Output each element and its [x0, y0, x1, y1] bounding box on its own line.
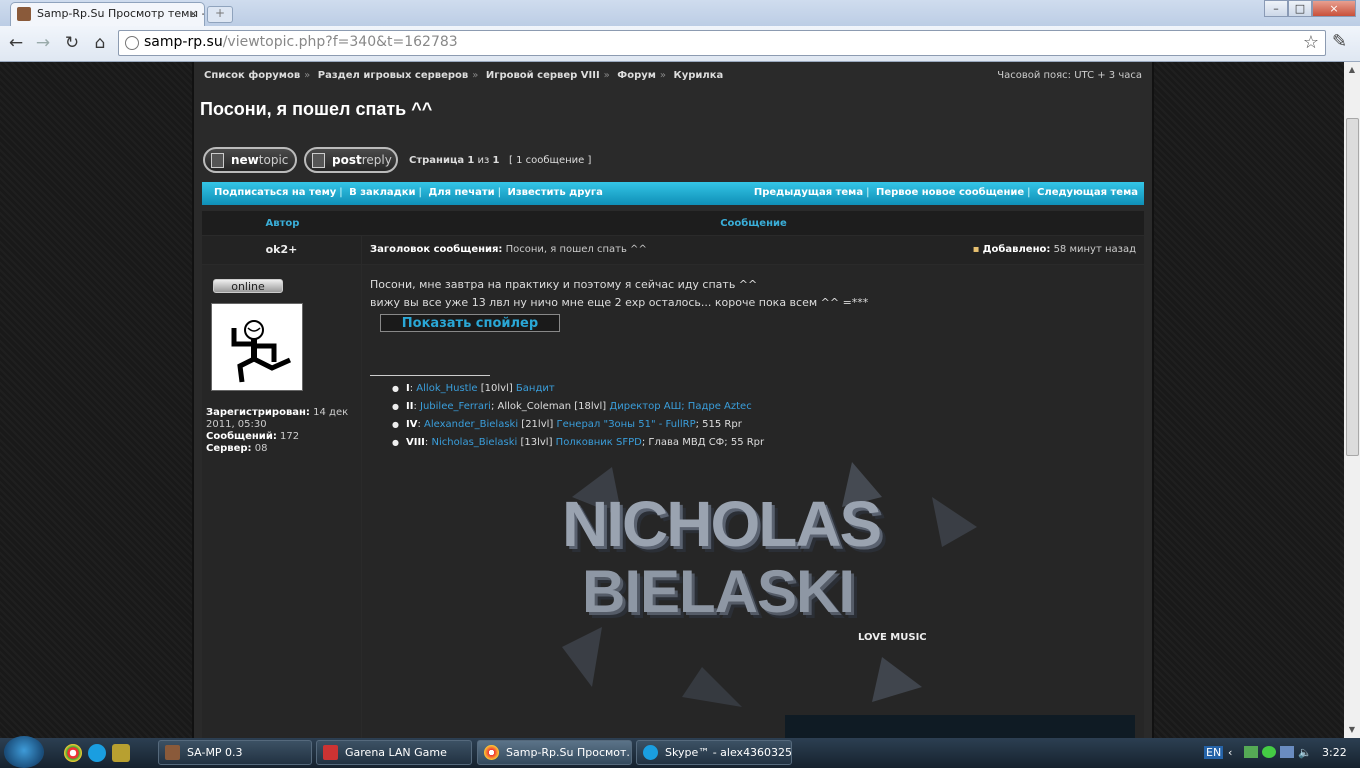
page-title: Посони, я пошел спать ^^	[200, 99, 433, 119]
post-icon[interactable]: ▪	[973, 244, 980, 255]
tray-app-icon[interactable]	[1244, 746, 1258, 758]
bookmark-link[interactable]: В закладки	[349, 187, 415, 198]
first-unread-link[interactable]: Первое новое сообщение	[876, 187, 1024, 198]
browser-tab[interactable]: Samp-Rp.Su Просмотр темы - ×	[10, 2, 205, 26]
post-author-name[interactable]: ok2+	[202, 236, 361, 264]
tab-close-icon[interactable]: ×	[189, 3, 198, 25]
garena-icon	[323, 745, 338, 760]
site-favicon-icon	[17, 7, 31, 21]
clock[interactable]: 3:22	[1322, 746, 1347, 759]
skype-quicklaunch-icon[interactable]	[88, 744, 106, 762]
signature-divider	[370, 375, 490, 376]
scroll-up-icon[interactable]: ▲	[1344, 62, 1360, 78]
taskbar-item-skype[interactable]: Skype™ - alex4360325	[636, 740, 792, 765]
post-reply-button[interactable]: postreply	[304, 147, 398, 173]
forum-container: Список форумов» Раздел игровых серверов»…	[192, 62, 1154, 738]
subscribe-link[interactable]: Подписаться на тему	[214, 187, 336, 198]
page-viewport: Список форумов» Раздел игровых серверов»…	[0, 62, 1344, 738]
previous-topic-link[interactable]: Предыдущая тема	[754, 187, 863, 198]
breadcrumb-item[interactable]: Раздел игровых серверов	[318, 70, 468, 81]
minimize-button[interactable]: –	[1264, 0, 1288, 17]
new-tab-button[interactable]: +	[207, 6, 233, 23]
signature-character-list: I: Allok_Hustle [10lvl] Бандит II: Jubil…	[392, 380, 764, 452]
author-profile-panel: online Зарегистрирован: 14 дек 2011, 05:…	[202, 265, 361, 738]
maximize-button[interactable]: □	[1288, 0, 1312, 17]
forward-arrow-icon[interactable]: →	[32, 32, 54, 54]
taskbar-item-garena[interactable]: Garena LAN Game	[316, 740, 472, 765]
wrench-menu-icon[interactable]: ✎	[1332, 31, 1347, 52]
post-time: 58 минут назад	[1053, 244, 1136, 255]
tray-status-icon[interactable]	[1262, 746, 1276, 758]
print-link[interactable]: Для печати	[428, 187, 494, 198]
column-header-message: Сообщение	[363, 211, 1144, 235]
signature-second-image	[785, 715, 1135, 738]
email-friend-link[interactable]: Известить друга	[508, 187, 603, 198]
column-header-author: Автор	[202, 211, 363, 235]
signature-banner-image: NICHOLAS BIELASKI LOVE MUSIC	[552, 457, 982, 712]
app-quicklaunch-icon[interactable]	[112, 744, 130, 762]
taskbar-item-samp[interactable]: SA-MP 0.3	[158, 740, 312, 765]
post-body: Посони, мне завтра на практику и поэтому…	[362, 265, 1144, 738]
network-icon[interactable]	[1280, 746, 1294, 758]
next-topic-link[interactable]: Следующая тема	[1037, 187, 1138, 198]
language-indicator[interactable]: EN	[1204, 746, 1224, 759]
list-item: I: Allok_Hustle [10lvl] Бандит	[392, 380, 764, 398]
new-topic-button[interactable]: newtopic	[203, 147, 297, 173]
post-header: Заголовок сообщения: Посони, я пошел спа…	[362, 236, 1144, 264]
globe-icon	[125, 36, 139, 50]
breadcrumb-item[interactable]: Курилка	[674, 70, 724, 81]
back-arrow-icon[interactable]: ←	[5, 32, 27, 54]
pagination: Страница 1 из 1 [ 1 сообщение ]	[409, 155, 592, 166]
skype-icon	[643, 745, 658, 760]
post-subject: Посони, я пошел спать ^^	[505, 244, 647, 255]
reload-icon[interactable]: ↻	[61, 32, 83, 54]
breadcrumb-item[interactable]: Список форумов	[204, 70, 300, 81]
browser-tabstrip: Samp-Rp.Su Просмотр темы - × + – □ ×	[0, 0, 1360, 26]
posts-table: Автор Сообщение	[202, 211, 1144, 235]
document-icon	[312, 153, 325, 168]
timezone-label: Часовой пояс: UTC + 3 часа	[997, 70, 1142, 81]
subject-label: Заголовок сообщения:	[370, 244, 503, 255]
scroll-down-icon[interactable]: ▼	[1344, 722, 1360, 738]
posted-label: Добавлено:	[982, 244, 1051, 255]
address-bar[interactable]: samp-rp.su/viewtopic.php?f=340&t=162783 …	[118, 30, 1326, 56]
start-button[interactable]	[4, 736, 44, 768]
volume-icon[interactable]: 🔈	[1298, 746, 1312, 759]
taskbar-item-chrome[interactable]: Samp-Rp.Su Просмот...	[477, 740, 632, 765]
list-item: II: Jubilee_Ferrari; Allok_Coleman [18lv…	[392, 398, 764, 416]
windows-taskbar: SA-MP 0.3 Garena LAN Game Samp-Rp.Su Про…	[0, 736, 1360, 768]
list-item: IV: Alexander_Bielaski [21lvl] Генерал "…	[392, 416, 764, 434]
author-profile-details: Зарегистрирован: 14 дек 2011, 05:30 Сооб…	[206, 407, 349, 454]
show-spoiler-button[interactable]: Показать спойлер	[380, 314, 560, 332]
topic-action-bar: Подписаться на тему | В закладки | Для печ…	[202, 182, 1144, 205]
home-icon[interactable]: ⌂	[89, 32, 111, 54]
tray-expand-icon[interactable]: ‹	[1228, 746, 1232, 759]
breadcrumb-item[interactable]: Игровой сервер VIII	[486, 70, 600, 81]
post-text: Посони, мне завтра на практику и поэтому…	[370, 278, 869, 309]
bookmark-star-icon[interactable]: ☆	[1303, 32, 1319, 53]
page-scrollbar[interactable]: ▲ ▼	[1344, 62, 1360, 738]
samp-icon	[165, 745, 180, 760]
url-text: samp-rp.su/viewtopic.php?f=340&t=162783	[144, 34, 458, 50]
chrome-icon	[484, 745, 499, 760]
list-item: VIII: Nicholas_Bielaski [13lvl] Полковни…	[392, 434, 764, 452]
document-icon	[211, 153, 224, 168]
chrome-quicklaunch-icon[interactable]	[64, 744, 82, 762]
breadcrumb-item[interactable]: Форум	[617, 70, 656, 81]
browser-toolbar: ← → ↻ ⌂ samp-rp.su/viewtopic.php?f=340&t…	[0, 26, 1360, 62]
tab-title: Samp-Rp.Su Просмотр темы -	[37, 7, 205, 20]
avatar	[211, 303, 303, 391]
online-status-badge: online	[213, 279, 283, 293]
scrollbar-thumb[interactable]	[1346, 118, 1359, 456]
close-window-button[interactable]: ×	[1312, 0, 1356, 17]
